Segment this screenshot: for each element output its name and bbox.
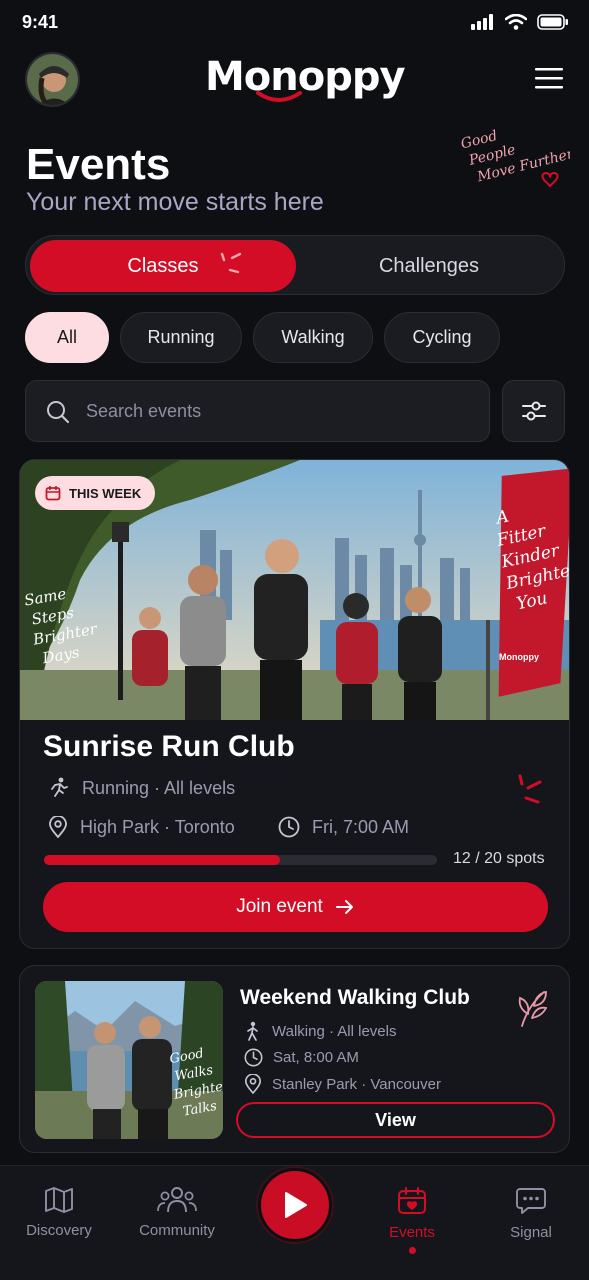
sparkle-icon (220, 252, 242, 274)
chip-running[interactable]: Running (120, 312, 242, 363)
arrow-right-icon (335, 900, 353, 914)
view-button[interactable]: View (236, 1102, 555, 1138)
banner-brand: Monoppy (499, 652, 539, 662)
event-card-activity: Walking · All levels (244, 1021, 396, 1041)
nav-discovery[interactable]: Discovery (4, 1166, 114, 1280)
hamburger-menu-icon[interactable] (535, 66, 563, 90)
event-time: Fri, 7:00 AM (278, 816, 409, 838)
app-header: Monoppy (0, 50, 589, 110)
this-week-badge: THIS WEEK (35, 476, 156, 510)
page-title: Events (26, 140, 171, 189)
calendar-icon (45, 486, 61, 501)
spots-progress-bar (44, 855, 437, 865)
sparkle-icon (518, 774, 542, 804)
event-title: Sunrise Run Club (43, 730, 295, 763)
tab-classes[interactable]: Classes (30, 240, 296, 292)
event-time-text: Fri, 7:00 AM (312, 816, 410, 837)
filter-button[interactable] (502, 380, 565, 442)
event-location: High Park · Toronto (48, 816, 235, 838)
active-indicator-dot (408, 1247, 416, 1254)
clock-icon (244, 1048, 263, 1067)
event-activity-text: Running · All levels (82, 777, 236, 798)
nav-community[interactable]: Community (122, 1166, 232, 1280)
signal-icon (471, 14, 493, 30)
map-icon (45, 1187, 73, 1213)
leaf-icon (518, 990, 548, 1027)
tab-challenges[interactable]: Challenges (296, 240, 562, 292)
chip-walking[interactable]: Walking (253, 312, 373, 363)
search-bar (25, 380, 490, 442)
heart-icon (541, 171, 559, 188)
spots-progress-fill (44, 855, 280, 865)
location-pin-icon (244, 1074, 262, 1094)
tab-classes-label: Classes (127, 254, 199, 277)
brand-logo: Monoppy (205, 54, 406, 100)
badge-label: THIS WEEK (69, 485, 142, 501)
event-location-text: High Park · Toronto (80, 816, 235, 837)
event-card-time-text: Sat, 8:00 AM (273, 1049, 359, 1066)
event-card-location-text: Stanley Park · Vancouver (272, 1075, 441, 1093)
event-card-title: Weekend Walking Club (240, 986, 470, 1009)
play-icon (285, 1192, 307, 1218)
status-time: 9:41 (22, 12, 59, 32)
featured-event-card[interactable]: A Fitter Kinder Brighter You Monoppy Sam… (19, 459, 570, 949)
play-button[interactable] (258, 1168, 332, 1242)
nav-community-label: Community (139, 1222, 215, 1239)
search-input[interactable] (86, 381, 476, 441)
avatar[interactable] (25, 52, 80, 107)
sliders-icon (521, 401, 546, 421)
join-event-label: Join event (236, 896, 323, 917)
status-icons (471, 14, 569, 30)
logo-smile-icon (256, 91, 302, 102)
battery-icon (537, 14, 568, 30)
join-event-button[interactable]: Join event (43, 882, 548, 932)
event-type-tabs: Classes Challenges (25, 235, 565, 295)
walking-icon (247, 1021, 258, 1041)
event-activity: Running · All levels (46, 776, 235, 800)
event-card-time: Sat, 8:00 AM (244, 1048, 359, 1067)
chip-cycling[interactable]: Cycling (384, 312, 500, 363)
nav-discovery-label: Discovery (26, 1222, 92, 1239)
page-subtitle: Your next move starts here (26, 188, 324, 216)
event-card-activity-text: Walking · All levels (272, 1022, 397, 1040)
people-icon (157, 1187, 197, 1213)
search-icon (47, 401, 70, 424)
event-card[interactable]: Good Walks Brighter Talks Weekend Walkin… (19, 965, 570, 1153)
chip-all[interactable]: All (25, 312, 109, 363)
nav-events[interactable]: Events (357, 1166, 467, 1280)
nav-signal[interactable]: Signal (476, 1166, 586, 1280)
running-icon (51, 777, 68, 797)
chat-bubble-icon (516, 1188, 546, 1214)
featured-event-image: A Fitter Kinder Brighter You Monoppy Sam… (20, 460, 569, 720)
nav-events-label: Events (389, 1224, 435, 1241)
nav-signal-label: Signal (510, 1224, 552, 1241)
wifi-icon (505, 14, 527, 30)
handwritten-tagline: Good People Move Further (460, 128, 570, 188)
status-bar: 9:41 (0, 0, 589, 46)
spots-count: 12 / 20 spots (453, 850, 545, 867)
event-card-image: Good Walks Brighter Talks (35, 981, 223, 1139)
tab-challenges-label: Challenges (378, 254, 480, 277)
calendar-icon (398, 1187, 426, 1214)
clock-icon (278, 816, 300, 838)
location-pin-icon (49, 816, 67, 838)
event-card-location: Stanley Park · Vancouver (244, 1074, 441, 1094)
